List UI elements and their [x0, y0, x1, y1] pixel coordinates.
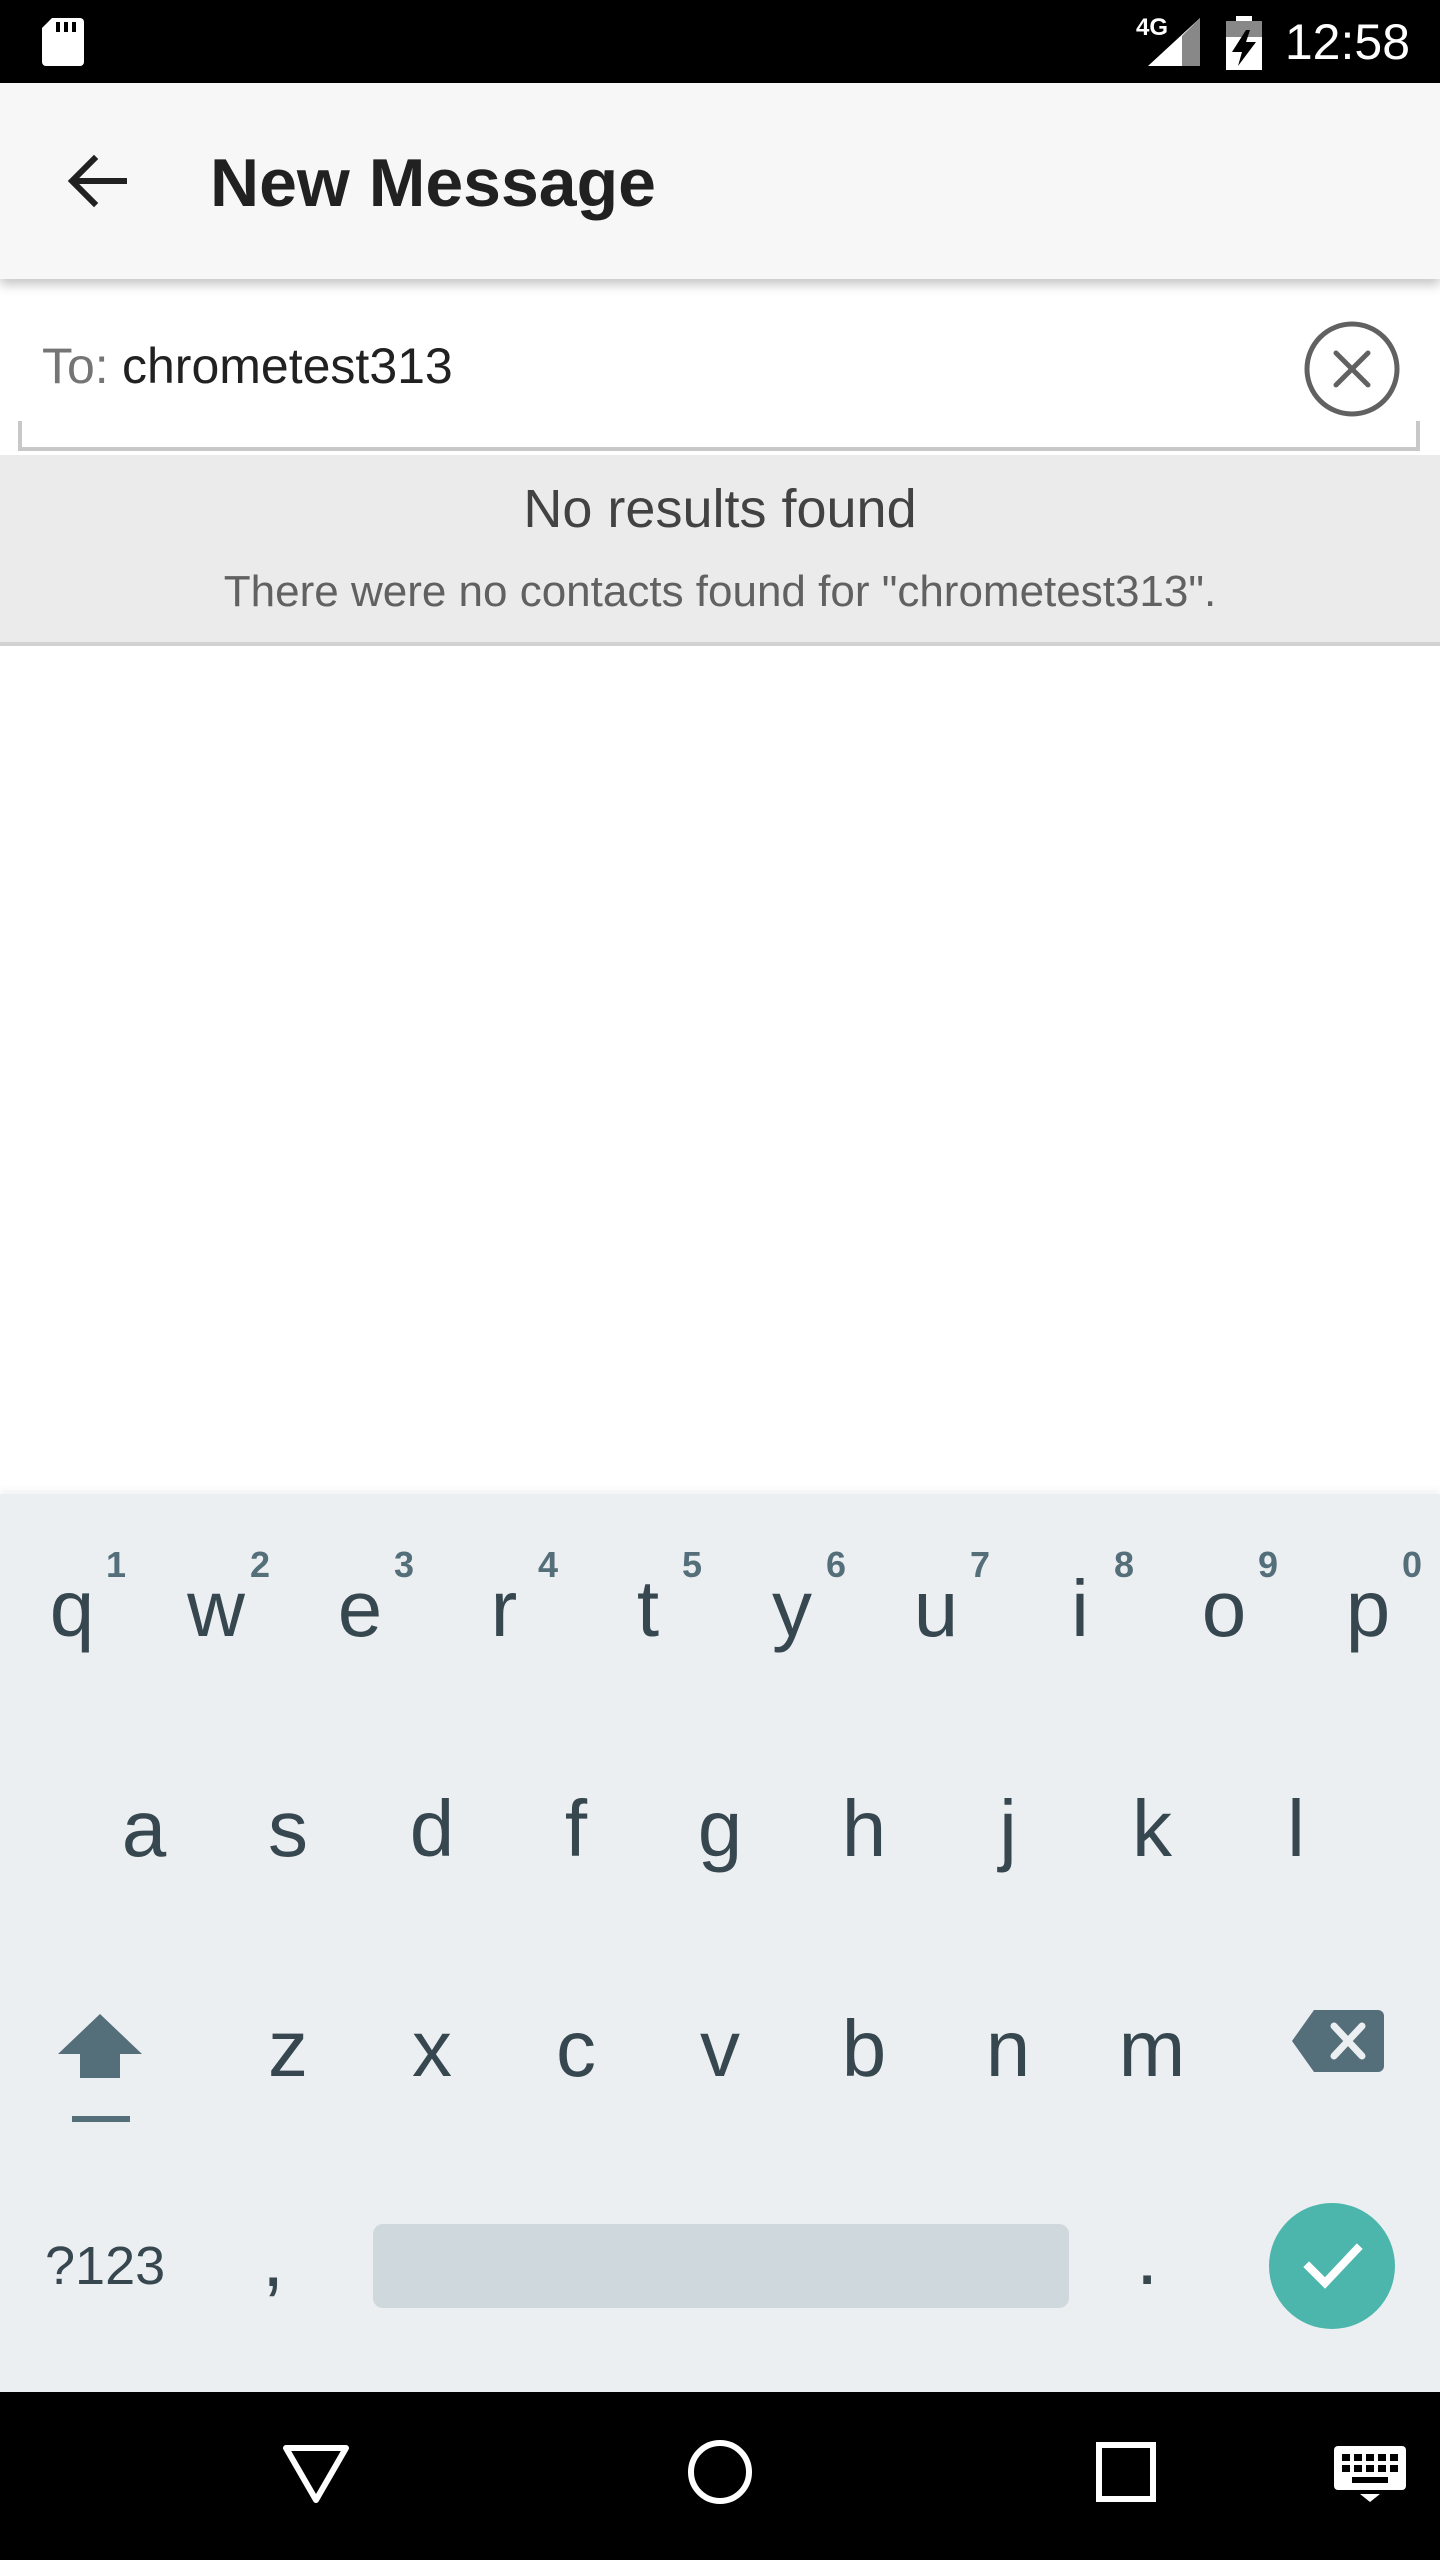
sd-card-icon	[42, 18, 84, 66]
key-y[interactable]: y6	[722, 1514, 862, 1714]
no-results-panel: No results found There were no contacts …	[0, 455, 1440, 646]
key-hint: 5	[681, 1544, 702, 1585]
no-results-title: No results found	[523, 479, 917, 539]
key-hint: 0	[1401, 1544, 1422, 1585]
key-label: k	[1132, 1784, 1172, 1873]
key-j[interactable]: j	[938, 1734, 1078, 1934]
key-c[interactable]: c	[506, 1954, 646, 2154]
clock: 12:58	[1284, 14, 1410, 70]
key-u[interactable]: u7	[866, 1514, 1006, 1714]
key-e[interactable]: e3	[290, 1514, 430, 1714]
navigation-bar	[0, 2392, 1440, 2560]
key-o[interactable]: o9	[1154, 1514, 1294, 1714]
clear-circle-icon	[1304, 321, 1400, 417]
key-g[interactable]: g	[650, 1734, 790, 1934]
key-r[interactable]: r4	[434, 1514, 574, 1714]
key-w[interactable]: w2	[146, 1514, 286, 1714]
status-bar: 4G 12:58	[0, 0, 1440, 83]
signal-icon	[1148, 18, 1200, 66]
key-x[interactable]: x	[362, 1954, 502, 2154]
key-v[interactable]: v	[650, 1954, 790, 2154]
nav-recents-button[interactable]	[1086, 2432, 1166, 2512]
recipient-input[interactable]: chrometest313	[122, 336, 453, 396]
check-icon	[1303, 2243, 1363, 2289]
nav-keyboard-button[interactable]	[1330, 2440, 1410, 2504]
home-circle-icon	[688, 2440, 752, 2504]
key-d[interactable]: d	[362, 1734, 502, 1934]
key-n[interactable]: n	[938, 1954, 1078, 2154]
enter-button[interactable]	[1269, 2203, 1395, 2329]
key-label: x	[412, 2004, 452, 2093]
key-b[interactable]: b	[794, 1954, 934, 2154]
recents-square-icon	[1096, 2442, 1156, 2502]
nav-back-button[interactable]	[276, 2432, 356, 2512]
key-label: g	[697, 1784, 743, 1873]
key-a[interactable]: a	[74, 1734, 214, 1934]
shift-icon	[58, 2014, 142, 2122]
key-label: n	[985, 2004, 1031, 2093]
key-t[interactable]: t5	[578, 1514, 718, 1714]
key-p[interactable]: p0	[1298, 1514, 1438, 1714]
key-f[interactable]: f	[506, 1734, 646, 1934]
key-label: c	[556, 2004, 596, 2093]
backspace-key[interactable]	[1290, 2006, 1386, 2076]
period-key[interactable]: .	[1136, 2212, 1158, 2302]
key-l[interactable]: l	[1226, 1734, 1366, 1934]
page-title: New Message	[210, 145, 656, 221]
key-hint: 3	[393, 1544, 414, 1585]
app-bar: New Message	[0, 83, 1440, 279]
back-button[interactable]	[50, 133, 146, 229]
input-underline	[18, 421, 1420, 451]
back-triangle-icon	[283, 2445, 349, 2503]
key-label: d	[409, 1784, 455, 1873]
key-z[interactable]: z	[218, 1954, 358, 2154]
key-hint: 6	[825, 1544, 846, 1585]
backspace-icon	[1292, 2010, 1384, 2072]
key-hint: 8	[1113, 1544, 1134, 1585]
key-label: h	[841, 1784, 887, 1873]
key-label: b	[841, 2004, 887, 2093]
key-i[interactable]: i8	[1010, 1514, 1150, 1714]
comma-key[interactable]: ,	[262, 2214, 284, 2304]
key-hint: 4	[537, 1544, 558, 1585]
soft-keyboard: q1w2e3r4t5y6u7i8o9p0 a s d f g h j k l z x c v b nm ?…	[0, 1494, 1440, 2392]
key-hint: 2	[249, 1544, 270, 1585]
key-label: a	[121, 1784, 167, 1873]
key-k[interactable]: k	[1082, 1734, 1222, 1934]
key-label: z	[268, 2004, 308, 2093]
key-hint: 9	[1257, 1544, 1278, 1585]
key-label: f	[564, 1784, 588, 1873]
key-label: l	[1287, 1784, 1305, 1873]
key-h[interactable]: h	[794, 1734, 934, 1934]
arrow-back-icon	[67, 154, 127, 208]
key-hint: 1	[105, 1544, 126, 1585]
key-s[interactable]: s	[218, 1734, 358, 1934]
key-q[interactable]: q1	[2, 1514, 142, 1714]
keyboard-icon	[1334, 2446, 1406, 2502]
no-results-description: There were no contacts found for "chrome…	[223, 567, 1217, 616]
key-m[interactable]: m	[1082, 1954, 1222, 2154]
battery-charging-icon	[1226, 16, 1262, 70]
shift-key[interactable]	[44, 1994, 154, 2134]
key-hint: 7	[969, 1544, 990, 1585]
nav-home-button[interactable]	[680, 2432, 760, 2512]
key-label: m	[1118, 2004, 1186, 2093]
key-label: j	[999, 1784, 1017, 1873]
clear-button[interactable]	[1302, 319, 1402, 419]
recipient-field[interactable]: To: chrometest313	[0, 279, 1440, 454]
key-label: s	[268, 1784, 308, 1873]
key-label: v	[700, 2004, 740, 2093]
symbols-key[interactable]: ?123	[45, 2234, 165, 2298]
space-key[interactable]	[373, 2224, 1069, 2308]
to-label: To:	[42, 338, 109, 394]
